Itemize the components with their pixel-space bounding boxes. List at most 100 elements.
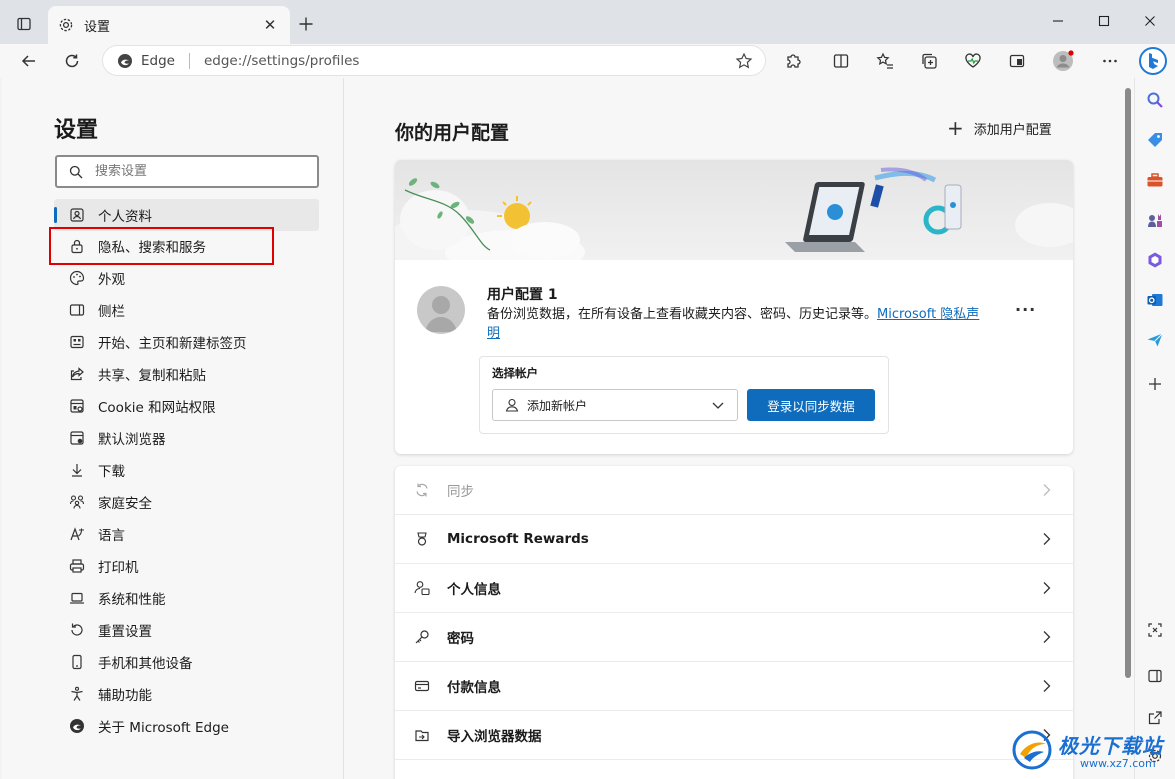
page-scrollbar[interactable] [1123,78,1132,779]
list-row-passwords[interactable]: 密码 [395,613,1073,662]
sidebar-icon [68,301,86,319]
tab-close-button[interactable]: ✕ [260,15,280,35]
download-icon [68,461,86,479]
collections-button[interactable] [915,47,943,75]
minimize-button[interactable] [1035,6,1081,36]
nav-item-family-safety[interactable]: 家庭安全 [54,486,319,518]
screenshot-icon [1148,623,1162,637]
sidebar-search-button[interactable] [1141,86,1169,114]
nav-item-cookies[interactable]: Cookie 和网站权限 [54,390,319,422]
sign-in-sync-button[interactable]: 登录以同步数据 [747,389,875,421]
site-permissions-icon [68,397,86,415]
add-profile-button[interactable]: + 添加用户配置 [947,118,1052,138]
list-row-payment-info[interactable]: 付款信息 [395,662,1073,711]
nav-item-sidebar[interactable]: 侧栏 [54,294,319,326]
nav-item-appearance[interactable]: 外观 [54,262,319,294]
browser-icon [68,429,86,447]
profile-button[interactable] [1049,47,1077,75]
nav-item-reset[interactable]: 重置设置 [54,614,319,646]
sidebar-hide-button[interactable] [1141,662,1169,690]
chevron-down-icon [712,402,724,409]
phone-icon [68,653,86,671]
nav-item-printers[interactable]: 打印机 [54,550,319,582]
watermark-text: 极光下载站 [1058,734,1163,758]
profile-banner-illustration [395,160,1073,274]
favorites-list-icon [876,52,893,69]
sidebar-games-button[interactable] [1141,206,1169,234]
nav-label: 外观 [98,272,125,288]
nav-item-phone-devices[interactable]: 手机和其他设备 [54,646,319,678]
close-window-button[interactable] [1127,6,1173,36]
browser-essentials-button[interactable] [959,47,987,75]
title-bar: 设置 ✕ [0,0,1175,44]
workspaces-button[interactable] [1003,47,1031,75]
list-row-personal-info[interactable]: 个人信息 [395,564,1073,613]
row-label: Microsoft Rewards [447,531,589,547]
nav-label: 个人资料 [98,209,152,225]
palette-icon [68,269,86,287]
settings-more-button[interactable] [1096,47,1124,75]
nav-label: Cookie 和网站权限 [98,400,216,416]
profile-card: 用户配置 1 备份浏览数据，在所有设备上查看收藏夹内容、密码、历史记录等。Mic… [395,160,1073,454]
account-dropdown[interactable]: 添加新帐户 [492,389,738,421]
refresh-button[interactable] [58,47,86,75]
extensions-button[interactable] [779,47,807,75]
laptop-icon [68,589,86,607]
chevron-right-icon [1037,581,1057,595]
tab-actions-menu-button[interactable] [10,10,38,38]
copilot-button[interactable] [1136,44,1170,78]
search-settings-box[interactable] [55,155,319,188]
maximize-button[interactable] [1081,6,1127,36]
url-text[interactable]: edge://settings/profiles [204,53,729,69]
list-row-rewards[interactable]: Microsoft Rewards [395,515,1073,564]
nav-item-default-browser[interactable]: 默认浏览器 [54,422,319,454]
back-button[interactable] [15,47,43,75]
sidebar-shopping-button[interactable] [1141,126,1169,154]
favorites-button[interactable] [871,47,899,75]
accessibility-icon [68,685,86,703]
address-bar[interactable]: Edge edge://settings/profiles [102,45,766,76]
edge-logo-icon [118,53,132,68]
new-tab-button[interactable] [294,12,318,36]
nav-item-share-copy[interactable]: 共享、复制和粘贴 [54,358,319,390]
sidebar-drop-button[interactable] [1141,326,1169,354]
split-screen-icon [833,54,849,68]
search-settings-input[interactable] [95,164,295,179]
row-label: 个人信息 [447,582,501,598]
nav-item-system[interactable]: 系统和性能 [54,582,319,614]
sidebar-screenshot-button[interactable] [1141,616,1169,644]
person-outline-icon [505,398,519,412]
profile-more-button[interactable]: ··· [1015,300,1036,319]
avatar-icon [1053,50,1074,71]
rewards-icon [413,530,431,548]
site-identity-label[interactable]: Edge [141,53,175,69]
tab-actions-icon [17,17,31,31]
nav-item-accessibility[interactable]: 辅助功能 [54,678,319,710]
nav-item-about[interactable]: 关于 Microsoft Edge [54,710,319,742]
annotation-highlight-box [49,227,274,265]
printer-icon [68,557,86,575]
split-screen-button[interactable] [827,47,855,75]
sidebar-m365-button[interactable] [1141,246,1169,274]
list-row-import-data[interactable]: 导入浏览器数据 [395,711,1073,760]
sync-icon [413,481,431,499]
scrollbar-thumb[interactable] [1125,88,1131,678]
sidebar-add-button[interactable] [1141,370,1169,398]
watermark-url: www.xz7.com [1080,757,1156,770]
sidebar-outlook-button[interactable] [1141,286,1169,314]
tab-settings[interactable]: 设置 ✕ [48,6,290,44]
collections-icon [922,53,937,69]
nav-item-languages[interactable]: 语言 [54,518,319,550]
sidebar-tools-button[interactable] [1141,166,1169,194]
plus-icon [299,17,313,31]
site-watermark: 极光下载站 www.xz7.com [1010,724,1170,776]
profile-settings-list: 同步 Microsoft Rewards 个人信息 密码 付款信息 导入浏览器数… [395,466,1073,779]
nav-label: 语言 [98,528,125,544]
profile-description: 备份浏览数据，在所有设备上查看收藏夹内容、密码、历史记录等。Microsoft … [487,305,987,343]
plus-icon [1149,378,1161,390]
nav-item-downloads[interactable]: 下载 [54,454,319,486]
nav-item-start-home[interactable]: 开始、主页和新建标签页 [54,326,319,358]
add-favorite-button[interactable] [729,46,759,76]
list-row-sync[interactable]: 同步 [395,466,1073,515]
refresh-icon [65,54,79,68]
